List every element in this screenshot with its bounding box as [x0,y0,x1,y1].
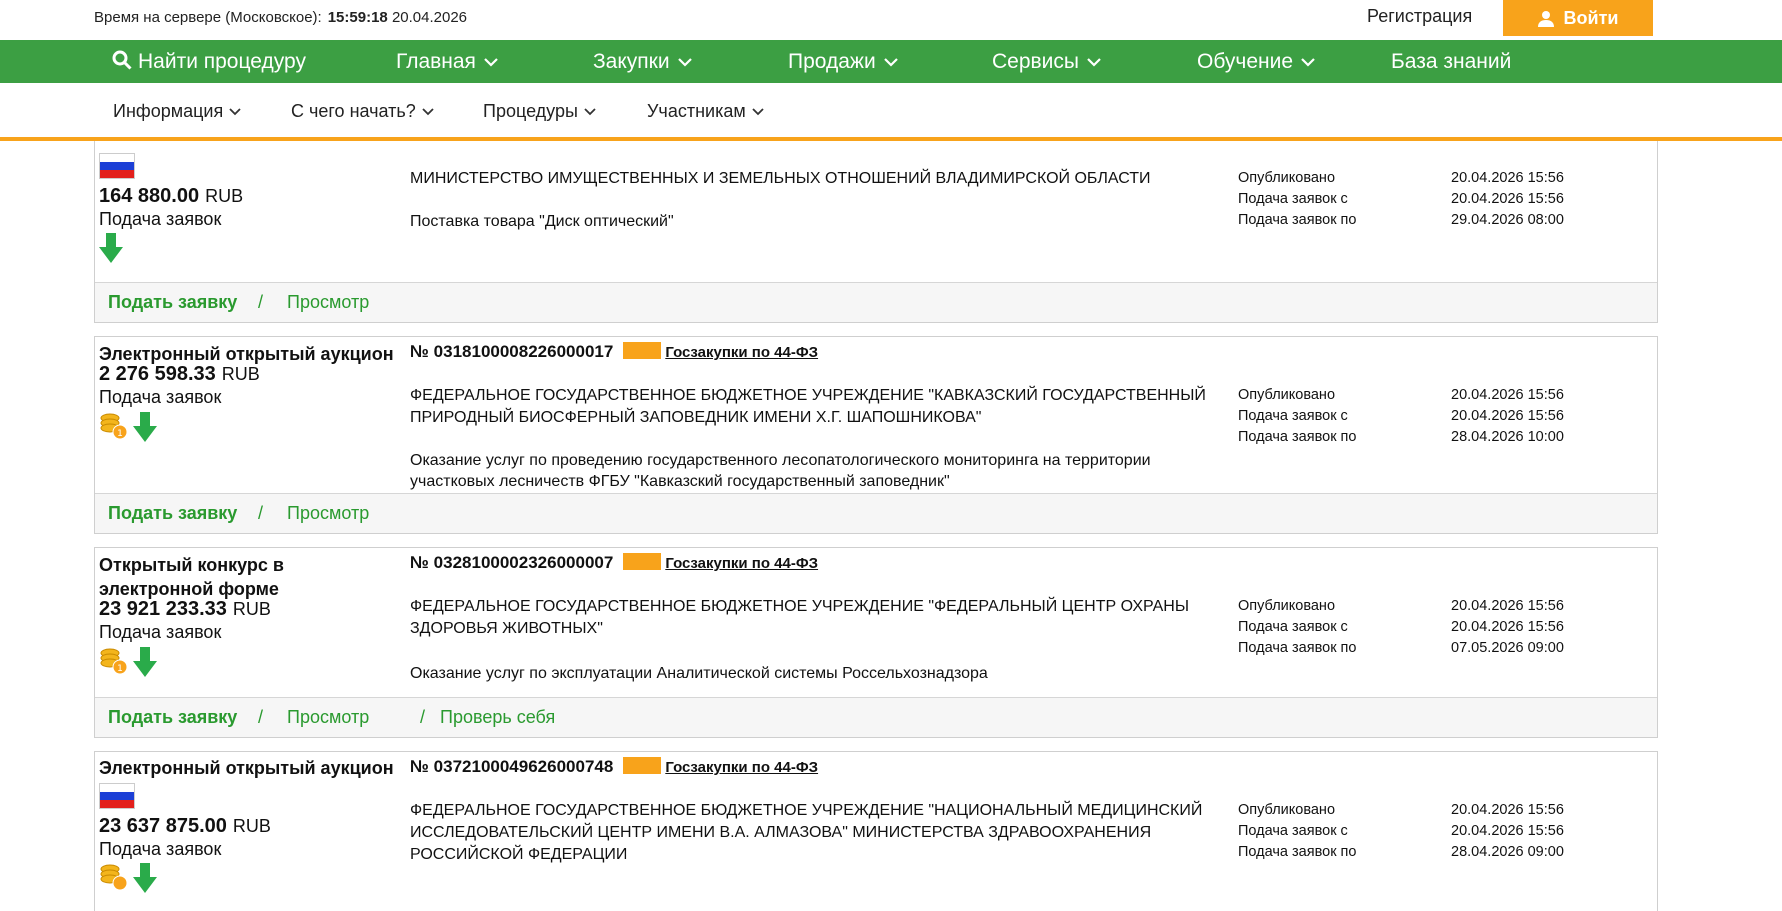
law-link[interactable]: Госзакупки по 44-ФЗ [665,344,818,361]
main-nav: Найти процедуру Главная Закупки Продажи … [0,40,1782,83]
self-check-link[interactable]: Проверь себя [440,707,555,728]
procedure-organization: МИНИСТЕРСТВО ИМУЩЕСТВЕННЫХ И ЗЕМЕЛЬНЫХ О… [410,170,1151,187]
coins-icon: 1 [100,648,128,675]
procedure-dates: Опубликовано 20.04.2026 15:56 Подача заяв… [1238,598,1564,656]
card-footer: Подать заявку / Просмотр [95,493,1657,533]
nav-item-training[interactable]: Обучение [1197,40,1315,83]
apply-button[interactable]: Подать заявку [108,503,237,524]
separator: / [420,707,426,727]
separator: / [258,503,264,523]
procedure-stage: Подача заявок [99,839,222,859]
procedure-dates: Опубликовано 20.04.2026 15:56 Подача заяв… [1238,170,1564,228]
separator: / [258,707,264,727]
russia-flag-icon [99,153,135,179]
procedure-organization: ФЕДЕРАЛЬНОЕ ГОСУДАРСТВЕННОЕ БЮДЖЕТНОЕ УЧ… [410,802,1203,863]
subnav-item-getting-started[interactable]: С чего начать? [291,101,434,122]
chevron-down-icon [584,108,596,116]
search-icon [112,50,132,70]
procedure-icons: 1 [99,647,157,677]
subnav-item-info[interactable]: Информация [113,101,241,122]
procedure-stage: Подача заявок [99,209,222,229]
procedure-subject[interactable]: Поставка товара "Диск оптический" [410,211,1230,232]
login-button[interactable]: Войти [1503,0,1653,36]
procedure-price: 23 637 875.00 RUB [99,815,271,837]
chevron-down-icon [752,108,764,116]
view-link[interactable]: Просмотр [287,707,369,728]
procedure-stage: Подача заявок [99,622,222,642]
procedure-card: Электронный открытый аукцион 2 276 598.3… [94,336,1658,534]
svg-text:1: 1 [117,664,123,674]
apply-button[interactable]: Подать заявку [108,292,237,313]
card-footer: Подать заявку / Просмотр / Проверь себя [95,697,1657,737]
procedure-number[interactable]: № 0372100049626000748 Госзакупки по 44-ФЗ [410,757,818,777]
user-icon [1537,10,1554,27]
view-link[interactable]: Просмотр [287,503,369,524]
law-badge [623,553,662,570]
procedure-subject[interactable]: Оказание услуг по проведению государстве… [410,450,1230,492]
procedure-icons [99,233,123,263]
arrow-down-icon [133,412,157,442]
procedure-icons [99,863,157,893]
law-badge [623,342,662,359]
law-link[interactable]: Госзакупки по 44-ФЗ [665,759,818,776]
nav-item-services[interactable]: Сервисы [992,40,1101,83]
apply-button[interactable]: Подать заявку [108,707,237,728]
chevron-down-icon [422,108,434,116]
svg-text:1: 1 [117,429,123,439]
procedure-type: Электронный открытый аукцион [99,758,394,778]
sub-nav: Информация С чего начать? Процедуры Учас… [0,83,1782,141]
nav-item-sales[interactable]: Продажи [788,40,898,83]
chevron-down-icon [484,58,498,67]
chevron-down-icon [677,58,692,67]
procedure-card: Открытый конкурс в электронной форме 23 … [94,547,1658,738]
arrow-down-icon [133,647,157,677]
procedure-organization: ФЕДЕРАЛЬНОЕ ГОСУДАРСТВЕННОЕ БЮДЖЕТНОЕ УЧ… [410,598,1189,637]
procedure-dates: Опубликовано 20.04.2026 15:56 Подача заяв… [1238,802,1564,860]
procedure-price: 2 276 598.33 RUB [99,363,260,385]
chevron-down-icon [229,108,241,116]
procedure-card: 164 880.00 RUB Подача заявок МИНИСТЕРСТВО… [94,118,1658,323]
procedure-number[interactable]: № 0328100002326000007 Госзакупки по 44-ФЗ [410,553,818,573]
view-link[interactable]: Просмотр [287,292,369,313]
chevron-down-icon [1301,58,1315,67]
procedure-dates: Опубликовано 20.04.2026 15:56 Подача заяв… [1238,387,1564,445]
law-link[interactable]: Госзакупки по 44-ФЗ [665,555,818,572]
nav-item-purchases[interactable]: Закупки [593,40,692,83]
separator: / [258,292,264,312]
procedure-type: Открытый конкурс в электронной форме [99,555,284,599]
server-time: Время на сервере (Московское): 15:59:18 2… [94,9,468,26]
chevron-down-icon [1087,58,1101,67]
procedure-price: 23 921 233.33 RUB [99,598,271,620]
chevron-down-icon [883,58,898,67]
subnav-item-procedures[interactable]: Процедуры [483,101,596,122]
russia-flag-icon [99,783,135,809]
procedure-price: 164 880.00 RUB [99,185,244,207]
procedure-stage: Подача заявок [99,387,222,407]
nav-item-home[interactable]: Главная [396,40,498,83]
procedure-organization: ФЕДЕРАЛЬНОЕ ГОСУДАРСТВЕННОЕ БЮДЖЕТНОЕ УЧ… [410,387,1206,426]
procedure-subject[interactable]: Оказание услуг по эксплуатации Аналитиче… [410,663,1230,684]
search-procedure-button[interactable]: Найти процедуру [112,40,306,83]
card-footer: Подать заявку / Просмотр [95,282,1657,322]
subnav-item-participants[interactable]: Участникам [647,101,764,122]
top-bar: Время на сервере (Московское): 15:59:18 2… [0,0,1782,40]
law-badge [623,757,662,774]
register-link[interactable]: Регистрация [1367,6,1472,27]
nav-item-knowledge-base[interactable]: База знаний [1391,40,1511,83]
procedure-number[interactable]: № 0318100008226000017 Госзакупки по 44-ФЗ [410,342,818,362]
coins-icon: 1 [100,413,128,440]
procedure-card: Электронный открытый аукцион 23 637 875.… [94,751,1658,911]
arrow-down-icon [99,233,123,263]
procedure-icons: 1 [99,412,157,442]
arrow-down-icon [133,863,157,893]
